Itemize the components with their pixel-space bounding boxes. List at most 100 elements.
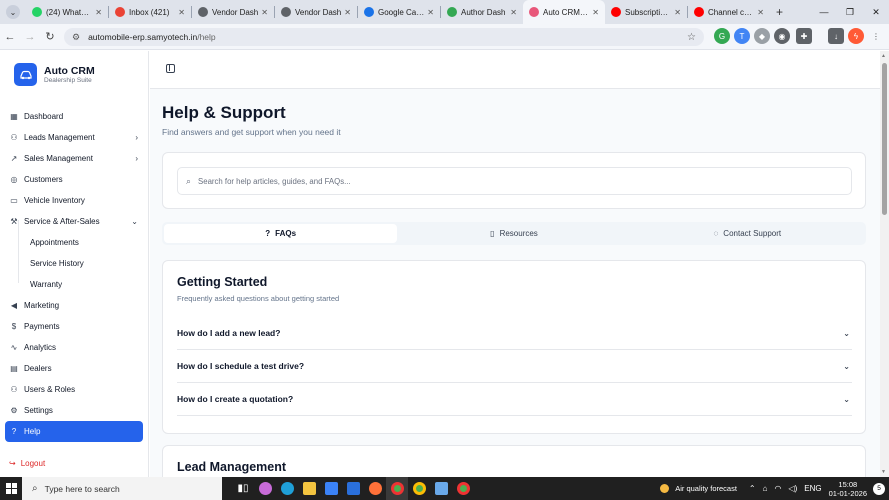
sidebar-item-leads-management[interactable]: ⚇ Leads Management › (5, 127, 143, 148)
close-tab-icon[interactable]: ✕ (261, 8, 268, 17)
browser-menu-icon[interactable]: ⋮ (868, 28, 884, 44)
browser-tab[interactable]: (24) WhatsApp✕ (26, 0, 108, 24)
sidebar-item-help[interactable]: ? Help (5, 421, 143, 442)
file-explorer-icon[interactable] (298, 477, 320, 500)
sidebar-item-service-after-sales[interactable]: ⚒ Service & After-Sales ⌄ (5, 211, 143, 232)
sidebar-item-dashboard[interactable]: ▦ Dashboard (5, 106, 143, 127)
sidebar-item-label: Service & After-Sales (24, 217, 100, 226)
sidebar-item-payments[interactable]: $ Payments (5, 316, 143, 337)
logout-button[interactable]: ↪ Logout (9, 459, 45, 468)
windows-start-icon[interactable] (0, 477, 22, 500)
notification-badge[interactable]: 5 (873, 482, 885, 495)
maximize-icon[interactable]: ❐ (837, 7, 863, 18)
sidebar-toggle-icon[interactable] (166, 64, 175, 73)
extension-icon[interactable]: ◆ (754, 28, 770, 44)
close-tab-icon[interactable]: ✕ (427, 8, 434, 17)
screenshot-extension-icon[interactable]: ◉ (774, 28, 790, 44)
taskbar-search-input[interactable]: ⌕ Type here to search (22, 477, 222, 500)
chrome-profile-icon[interactable] (408, 477, 430, 500)
close-tab-icon[interactable]: ✕ (592, 8, 599, 17)
tab-contact-support[interactable]: ◌ Contact Support (631, 224, 864, 243)
network-icon[interactable]: ⌂ (763, 484, 768, 493)
browser-tab[interactable]: Channel cont ✕ (688, 0, 770, 24)
tab-label: Google Calen (378, 7, 425, 17)
sidebar-item-users-roles[interactable]: ⚇ Users & Roles (5, 379, 143, 400)
close-tab-icon[interactable]: ✕ (178, 8, 185, 17)
sidebar-item-label: Sales Management (24, 154, 93, 163)
page-scrollbar[interactable]: ▲ ▼ (880, 51, 889, 477)
notes-icon[interactable] (430, 477, 452, 500)
sidebar-item-appointments[interactable]: Appointments (5, 232, 143, 253)
message-icon: ◌ (713, 229, 719, 238)
sidebar-item-warranty[interactable]: Warranty (5, 274, 143, 295)
wifi-icon[interactable]: ◠ (774, 484, 781, 493)
clock[interactable]: 15:08 01-01-2026 (829, 480, 867, 498)
close-tab-icon[interactable]: ✕ (674, 8, 681, 17)
close-tab-icon[interactable]: ✕ (510, 8, 517, 17)
sidebar-item-settings[interactable]: ⚙ Settings (5, 400, 143, 421)
volume-icon[interactable]: ◁) (788, 484, 797, 493)
mail-icon[interactable] (342, 477, 364, 500)
edge-icon[interactable] (276, 477, 298, 500)
bookmark-star-icon[interactable]: ☆ (687, 32, 696, 43)
back-icon[interactable]: ← (0, 31, 20, 43)
store-icon[interactable] (320, 477, 342, 500)
site-info-icon[interactable]: ⚙ (72, 32, 80, 43)
close-window-icon[interactable]: ✕ (863, 7, 889, 18)
copilot-icon[interactable] (254, 477, 276, 500)
weather-widget[interactable]: Air quality forecast (660, 484, 737, 493)
url-field[interactable]: ⚙ automobile-erp.samyotech.in/help ☆ (64, 28, 704, 46)
extensions-puzzle-icon[interactable]: ✚ (796, 28, 812, 44)
chrome-icon[interactable] (386, 477, 408, 500)
sidebar-item-analytics[interactable]: ∿ Analytics (5, 337, 143, 358)
tab-faqs[interactable]: ? FAQs (164, 224, 398, 243)
dollar-icon: $ (11, 321, 17, 331)
faq-item[interactable]: How do I create a quotation? ⌄ (177, 383, 852, 416)
chrome-alt-icon[interactable] (452, 477, 474, 500)
close-tab-icon[interactable]: ✕ (95, 8, 102, 17)
browser-tab[interactable]: Author Dash ✕ (441, 0, 523, 24)
firefox-icon[interactable] (364, 477, 386, 500)
tab-resources[interactable]: ▯ Resources (397, 224, 630, 243)
extension-bolt-icon[interactable]: ϟ (848, 28, 864, 44)
language-indicator[interactable]: ENG (804, 484, 821, 493)
reload-icon[interactable]: ↻ (40, 30, 60, 43)
tab-search-icon[interactable]: ⌄ (6, 5, 20, 19)
tab-label: Subscriptions (625, 7, 672, 17)
browser-tab[interactable]: Vendor Dash ✕ (275, 0, 357, 24)
browser-tab[interactable]: Subscriptions ✕ (605, 0, 687, 24)
tab-label: Auto CRM - ... (543, 7, 590, 17)
help-search-input[interactable]: ⌕ Search for help articles, guides, and … (177, 167, 852, 195)
weather-icon (660, 484, 670, 493)
faq-item[interactable]: How do I add a new lead? ⌄ (177, 317, 852, 350)
scroll-up-icon[interactable]: ▲ (881, 53, 886, 59)
browser-tab[interactable]: Inbox (421) ✕ (109, 0, 191, 24)
close-tab-icon[interactable]: ✕ (757, 8, 764, 17)
download-icon[interactable]: ↓ (828, 28, 844, 44)
building-icon: ▤ (10, 363, 18, 373)
weather-label: Air quality forecast (675, 484, 737, 493)
sidebar-item-dealers[interactable]: ▤ Dealers (5, 358, 143, 379)
tab-favicon-icon (115, 7, 125, 17)
minimize-icon[interactable]: — (811, 7, 837, 17)
translate-extension-icon[interactable]: T (734, 28, 750, 44)
task-view-icon[interactable]: ▮▯ (232, 477, 254, 500)
sidebar-item-marketing[interactable]: ◀ Marketing (5, 295, 143, 316)
new-tab-button[interactable]: + (776, 5, 783, 19)
show-hidden-icons[interactable]: ⌃ (749, 484, 756, 493)
scrollbar-thumb[interactable] (882, 63, 887, 215)
scroll-down-icon[interactable]: ▼ (881, 469, 886, 475)
faq-item[interactable]: How do I schedule a test drive? ⌄ (177, 350, 852, 383)
forward-icon[interactable]: → (20, 31, 40, 43)
sidebar-item-vehicle-inventory[interactable]: ▭ Vehicle Inventory (5, 190, 143, 211)
sidebar-item-sales-management[interactable]: ↗ Sales Management › (5, 148, 143, 169)
browser-tab[interactable]: Auto CRM - ... ✕ (523, 0, 605, 24)
grammarly-extension-icon[interactable]: G (714, 28, 730, 44)
browser-tab[interactable]: Google Calen ✕ (358, 0, 440, 24)
browser-tab[interactable]: Vendor Dash ✕ (192, 0, 274, 24)
sidebar-item-label: Appointments (30, 238, 79, 247)
sidebar-item-service-history[interactable]: Service History (5, 253, 143, 274)
chevron-down-icon: ⌄ (843, 361, 850, 371)
sidebar-item-customers[interactable]: ◎ Customers (5, 169, 143, 190)
close-tab-icon[interactable]: ✕ (344, 8, 351, 17)
